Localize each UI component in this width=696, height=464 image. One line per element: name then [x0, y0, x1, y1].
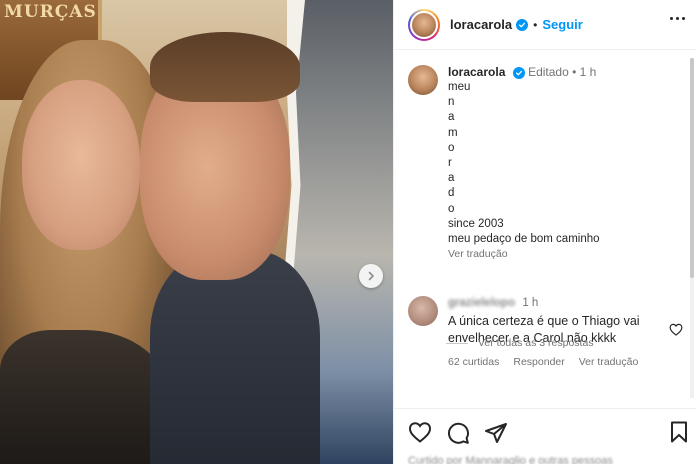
replies-divider — [446, 342, 468, 344]
chevron-right-icon — [368, 271, 374, 281]
caption-text: meu n a m o r a d o since 2003 meu pedaç… — [448, 80, 688, 247]
heart-icon[interactable] — [408, 421, 432, 443]
post-photo[interactable]: MURÇAS — [0, 0, 393, 464]
caption-edited-label: Editado — [528, 65, 569, 79]
woman-face — [22, 80, 140, 250]
view-replies-button[interactable]: Ver todas as 3 respostas — [446, 337, 594, 349]
caption-line: meu pedaço de bom caminho — [448, 233, 600, 246]
post-header: loracarola • Seguir — [394, 0, 696, 50]
caption-line: a — [448, 111, 455, 124]
commenter-avatar[interactable] — [408, 296, 438, 326]
more-options-icon[interactable] — [670, 17, 685, 20]
caption-separator: • — [572, 65, 577, 79]
header-separator: • — [533, 17, 538, 32]
signboard-text: MURÇAS — [4, 2, 97, 22]
caption-line: d — [448, 187, 455, 200]
comment-translate-link[interactable]: Ver tradução — [579, 356, 639, 368]
share-icon[interactable] — [484, 421, 508, 445]
author-avatar[interactable] — [408, 8, 440, 41]
commenter-username[interactable]: grazielelopo — [448, 297, 515, 309]
verified-badge-icon — [512, 67, 525, 79]
man-hair — [150, 32, 300, 102]
follow-button[interactable]: Seguir — [542, 17, 582, 32]
view-replies-label: Ver todas as 3 respostas — [478, 337, 594, 349]
comments-scroll-area[interactable]: loracarola Editado • 1 h meu n a m o r a — [394, 51, 696, 408]
caption-line: n — [448, 96, 455, 109]
caption-avatar[interactable] — [408, 65, 438, 95]
caption-username[interactable]: loracarola — [448, 65, 505, 79]
bookmark-icon[interactable] — [670, 421, 688, 443]
caption-line: since 2003 — [448, 217, 504, 230]
caption-time[interactable]: 1 h — [580, 65, 597, 79]
comment-item: grazielelopo 1 h A única certeza é que o… — [408, 296, 683, 368]
liked-by-text[interactable]: Curtido por Mannaraglio e outras pessoas — [408, 455, 613, 464]
woman-coat — [0, 330, 170, 464]
comment-icon[interactable] — [446, 421, 470, 445]
comment-likes-count[interactable]: 62 curtidas — [448, 356, 499, 368]
verified-badge-icon — [516, 18, 529, 31]
post-caption: loracarola Editado • 1 h meu n a m o r a — [408, 65, 688, 260]
post-details-panel: loracarola • Seguir loracarola Editado •… — [393, 0, 696, 464]
caption-translate-link[interactable]: Ver tradução — [448, 248, 688, 260]
action-bar: Curtido por Mannaraglio e outras pessoas — [394, 408, 696, 464]
caption-line: a — [448, 172, 455, 185]
comment-heart-icon[interactable] — [669, 323, 683, 336]
caption-line: o — [448, 141, 455, 154]
comment-reply-button[interactable]: Responder — [513, 356, 564, 368]
scrollbar[interactable] — [690, 58, 694, 398]
man-jacket — [150, 250, 320, 464]
next-photo-button[interactable] — [359, 264, 383, 288]
caption-line: m — [448, 126, 458, 139]
caption-line: meu — [448, 81, 471, 93]
caption-line: r — [448, 157, 452, 170]
author-username[interactable]: loracarola — [450, 17, 512, 32]
caption-line: o — [448, 202, 455, 215]
comment-time[interactable]: 1 h — [522, 297, 538, 309]
